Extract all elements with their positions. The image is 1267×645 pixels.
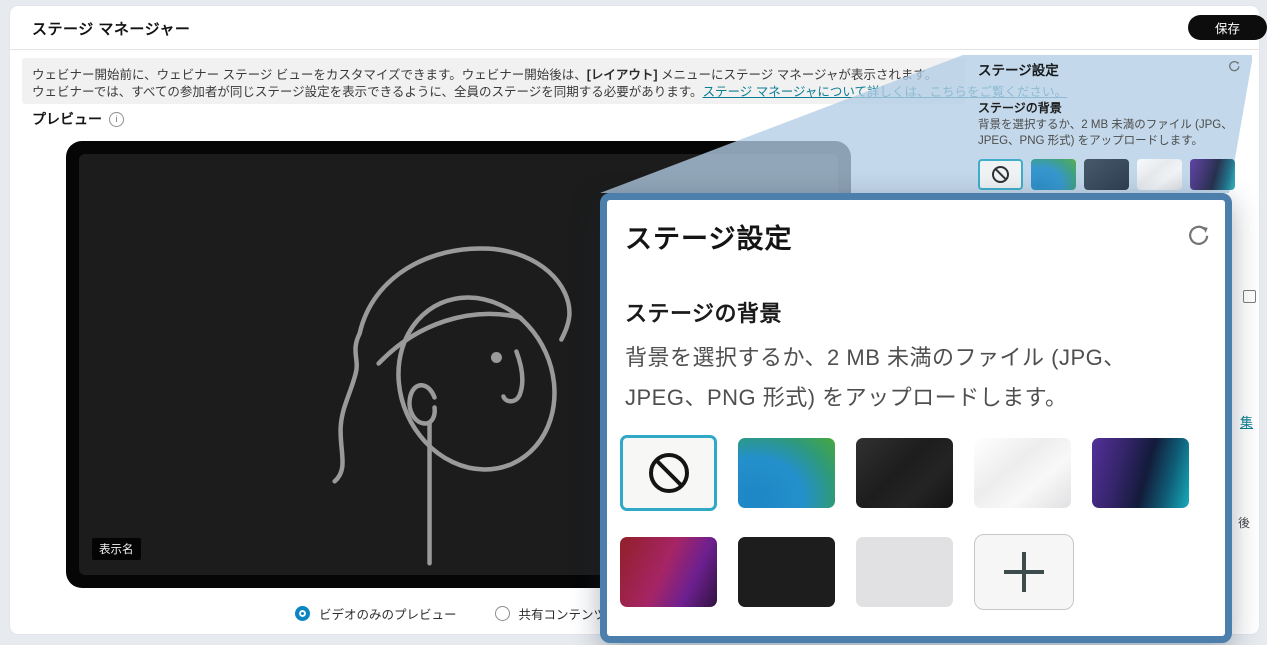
bg-option-light-gray[interactable] xyxy=(856,537,953,607)
save-button[interactable]: 保存 xyxy=(1188,15,1267,40)
info-banner: ウェビナー開始前に、ウェビナー ステージ ビューをカスタマイズできます。ウェビナ… xyxy=(22,58,965,104)
radio-video-only-label: ビデオのみのプレビュー xyxy=(319,604,457,623)
overlay-refresh-icon[interactable] xyxy=(1185,222,1213,250)
bg-option-light-wave[interactable] xyxy=(974,438,1071,508)
display-name-badge: 表示名 xyxy=(92,538,141,560)
bg-option-red-purple[interactable] xyxy=(620,537,717,607)
no-background-icon xyxy=(992,166,1009,183)
sidebar-background-desc-line2: JPEG、PNG 形式) をアップロードします。 xyxy=(978,132,1203,148)
bg-option-dark-wave[interactable] xyxy=(856,438,953,508)
sidebar-bg-option-none[interactable] xyxy=(978,159,1023,190)
stage-manager-help-link[interactable]: ステージ マネージャについて詳しくは、こちらをご覧ください。 xyxy=(703,85,1067,99)
stage-settings-magnified-panel: ステージ設定 ステージの背景 背景を選択するか、2 MB 未満のファイル (JP… xyxy=(600,193,1232,643)
info-icon[interactable]: i xyxy=(109,112,124,127)
bg-option-purple-teal[interactable] xyxy=(1092,438,1189,508)
sidebar-bg-option-light-wave[interactable] xyxy=(1137,159,1182,190)
banner-bold-layout: [レイアウト] xyxy=(587,68,658,82)
header-divider xyxy=(10,49,1259,50)
overlay-background-desc-line2: JPEG、PNG 形式) をアップロードします。 xyxy=(625,380,1068,412)
bg-option-none-selected[interactable] xyxy=(620,435,717,511)
bg-upload-button[interactable] xyxy=(974,534,1074,610)
plus-icon xyxy=(1004,552,1044,592)
sidebar-bg-option-green-blue[interactable] xyxy=(1031,159,1076,190)
radio-unselected-icon[interactable] xyxy=(495,606,510,621)
sidebar-background-desc-line1: 背景を選択するか、2 MB 未満のファイル (JPG、 xyxy=(978,116,1233,132)
radio-selected-icon[interactable] xyxy=(295,606,310,621)
bg-option-green-blue[interactable] xyxy=(738,438,835,508)
stage-manager-screen: { "header": { "title": "ステージ マネージャー", "s… xyxy=(0,0,1267,645)
sidebar-text-fragment: 後 xyxy=(1238,514,1250,531)
radio-video-only-preview[interactable]: ビデオのみのプレビュー xyxy=(295,604,457,623)
preview-heading: プレビュー i xyxy=(32,109,124,129)
banner-line2: ウェビナーでは、すべての参加者が同じステージ設定を表示できるように、全員のステー… xyxy=(32,81,1067,100)
sidebar-bg-option-dark-wave[interactable] xyxy=(1084,159,1129,190)
sidebar-edit-link-fragment[interactable]: 集 xyxy=(1240,412,1253,431)
page-title: ステージ マネージャー xyxy=(32,18,190,39)
no-background-icon xyxy=(649,453,689,493)
sidebar-refresh-icon[interactable] xyxy=(1227,59,1242,74)
sidebar-checkbox-fragment[interactable] xyxy=(1243,290,1256,303)
background-options-row1 xyxy=(620,438,1189,511)
sidebar-bg-option-purple-teal[interactable] xyxy=(1190,159,1235,190)
overlay-stage-settings-title: ステージ設定 xyxy=(625,217,792,256)
background-options-row2 xyxy=(620,537,1074,610)
sidebar-stage-settings-title: ステージ設定 xyxy=(978,59,1059,79)
sidebar-background-thumbnails xyxy=(978,159,1235,190)
overlay-stage-background-heading: ステージの背景 xyxy=(625,296,782,328)
bg-option-black[interactable] xyxy=(738,537,835,607)
sidebar-stage-background-heading: ステージの背景 xyxy=(978,99,1062,116)
overlay-background-desc-line1: 背景を選択するか、2 MB 未満のファイル (JPG、 xyxy=(625,340,1126,372)
